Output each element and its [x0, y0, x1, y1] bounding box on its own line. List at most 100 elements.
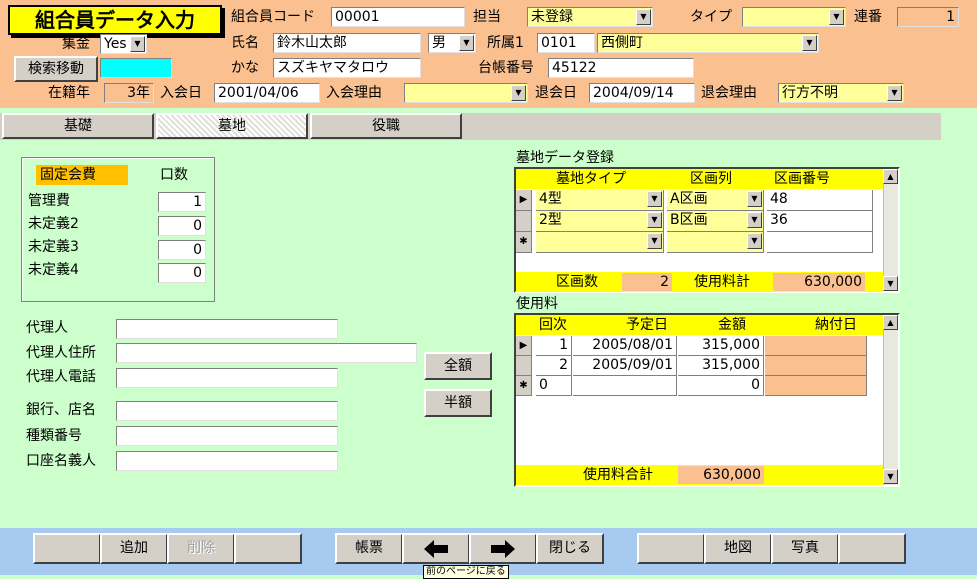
tab-position[interactable]: 役職	[310, 113, 462, 139]
delete-button[interactable]: 削除	[167, 533, 235, 564]
tab-grave[interactable]: 墓地	[156, 113, 308, 139]
chevron-down-icon[interactable]: ▼	[647, 233, 662, 249]
usage-col-amount: 金額	[718, 317, 746, 333]
chevron-down-icon[interactable]: ▼	[130, 36, 145, 52]
join-date-field[interactable]: 2001/04/06	[214, 83, 320, 103]
usage-times-cell[interactable]: 2	[536, 356, 572, 376]
usage-date-cell[interactable]: 2005/09/01	[573, 356, 677, 376]
grave-row-cell[interactable]: A区画 ▼	[667, 190, 764, 211]
kind-label: 種類番号	[26, 428, 82, 444]
collect-select[interactable]: Yes ▼	[100, 34, 147, 54]
photo-button[interactable]: 写真	[771, 533, 839, 564]
usage-paid-cell[interactable]	[765, 376, 867, 396]
form-button[interactable]: 帳票	[335, 533, 403, 564]
usage-amount-cell[interactable]: 315,000	[678, 336, 764, 356]
type-select[interactable]: ▼	[742, 7, 846, 27]
record-selector-current-icon[interactable]: ▶	[516, 336, 532, 356]
grave-number-cell[interactable]: 48	[767, 190, 873, 211]
usage-date-cell[interactable]	[573, 376, 677, 396]
chevron-down-icon[interactable]: ▼	[647, 191, 662, 207]
grave-number-cell[interactable]: 36	[767, 211, 873, 232]
chevron-down-icon[interactable]: ▼	[802, 35, 817, 51]
bank-field[interactable]	[116, 401, 338, 421]
scroll-up-icon[interactable]: ▲	[883, 315, 898, 330]
new-record-icon[interactable]: ✱	[516, 376, 532, 396]
kana-field[interactable]: スズキヤマタロウ	[273, 58, 421, 78]
grave-scrollbar[interactable]	[883, 169, 898, 291]
dept1-code-field[interactable]: 0101	[537, 33, 595, 53]
grave-type-cell[interactable]: ▼	[536, 232, 664, 253]
chevron-down-icon[interactable]: ▼	[747, 233, 762, 249]
grave-row-cell[interactable]: B区画 ▼	[667, 211, 764, 232]
scroll-down-icon[interactable]: ▼	[883, 469, 898, 484]
grave-row-value: B区画	[670, 212, 708, 228]
blank-button-3[interactable]	[637, 533, 705, 564]
chevron-down-icon[interactable]: ▼	[459, 35, 474, 51]
usage-amount-cell[interactable]: 0	[678, 376, 764, 396]
new-record-icon[interactable]: ✱	[516, 232, 532, 253]
grave-number-cell[interactable]	[767, 232, 873, 253]
name-field[interactable]: 鈴木山太郎	[273, 33, 421, 53]
chevron-down-icon[interactable]: ▼	[887, 85, 902, 101]
prev-page-button[interactable]	[402, 533, 470, 564]
tab-basic[interactable]: 基礎	[2, 113, 154, 139]
sex-select[interactable]: 男 ▼	[428, 33, 476, 53]
usage-total-label: 使用料合計	[583, 467, 653, 483]
agent-phone-field[interactable]	[116, 368, 338, 388]
ledger-field[interactable]: 45122	[548, 58, 694, 78]
chevron-down-icon[interactable]: ▼	[829, 9, 844, 25]
chevron-down-icon[interactable]: ▼	[747, 212, 762, 228]
leave-date-field[interactable]: 2004/09/14	[589, 83, 695, 103]
usage-amount-cell[interactable]: 315,000	[678, 356, 764, 376]
dept1-select[interactable]: 西側町 ▼	[597, 33, 819, 53]
usage-paid-cell[interactable]	[765, 336, 867, 356]
holder-field[interactable]	[116, 451, 338, 471]
half-amount-button[interactable]: 半額	[424, 389, 492, 417]
leave-reason-select[interactable]: 行方不明 ▼	[778, 83, 904, 103]
staff-select[interactable]: 未登録 ▼	[527, 7, 653, 27]
scroll-down-icon[interactable]: ▼	[883, 276, 898, 291]
grave-type-value: 2型	[539, 212, 562, 228]
add-button[interactable]: 追加	[100, 533, 168, 564]
next-page-button[interactable]	[469, 533, 537, 564]
chevron-down-icon[interactable]: ▼	[647, 212, 662, 228]
grave-type-cell[interactable]: 2型 ▼	[536, 211, 664, 232]
fee-value-1[interactable]: 1	[158, 192, 206, 212]
agent-field[interactable]	[116, 319, 338, 339]
full-amount-button[interactable]: 全額	[424, 352, 492, 380]
chevron-down-icon[interactable]: ▼	[511, 85, 526, 101]
agent-label: 代理人	[26, 320, 68, 336]
grave-type-cell[interactable]: 4型 ▼	[536, 190, 664, 211]
usage-times-cell[interactable]: 0	[536, 376, 572, 396]
map-button[interactable]: 地図	[704, 533, 772, 564]
join-reason-select[interactable]: ▼	[404, 83, 528, 103]
close-button[interactable]: 閉じる	[536, 533, 604, 564]
scroll-up-icon[interactable]: ▲	[883, 169, 898, 184]
record-selector-current-icon[interactable]: ▶	[516, 190, 532, 211]
fee-value-2[interactable]: 0	[158, 216, 206, 236]
kind-field[interactable]	[116, 426, 338, 446]
search-move-field[interactable]	[100, 58, 172, 78]
record-selector[interactable]	[516, 356, 532, 376]
blank-button-2[interactable]	[234, 533, 302, 564]
member-code-field[interactable]: 00001	[331, 7, 465, 27]
dept1-name: 西側町	[601, 35, 643, 51]
app-title: 組合員データ入力	[8, 5, 222, 35]
usage-scrollbar[interactable]	[883, 315, 898, 485]
blank-button-1[interactable]	[33, 533, 101, 564]
section-count-label: 区画数	[556, 274, 598, 290]
usage-paid-cell[interactable]	[765, 356, 867, 376]
grave-row-cell[interactable]: ▼	[667, 232, 764, 253]
fee-value-4[interactable]: 0	[158, 263, 206, 283]
usage-times-cell[interactable]: 1	[536, 336, 572, 356]
agent-address-field[interactable]	[116, 343, 417, 363]
usage-section-label: 使用料	[516, 296, 558, 312]
record-selector[interactable]	[516, 211, 532, 232]
search-move-button[interactable]: 検索移動	[14, 56, 98, 82]
chevron-down-icon[interactable]: ▼	[747, 191, 762, 207]
blank-button-4[interactable]	[838, 533, 906, 564]
fee-value-3[interactable]: 0	[158, 240, 206, 260]
holder-label: 口座名義人	[26, 453, 96, 469]
chevron-down-icon[interactable]: ▼	[636, 9, 651, 25]
usage-date-cell[interactable]: 2005/08/01	[573, 336, 677, 356]
